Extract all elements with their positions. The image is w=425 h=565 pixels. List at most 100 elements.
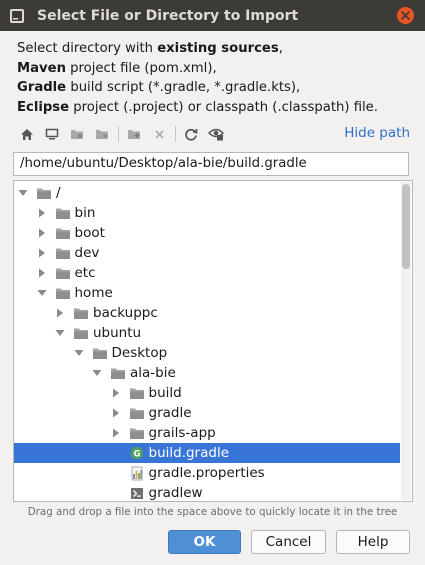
project-folder-icon[interactable] bbox=[66, 123, 88, 145]
cancel-button[interactable]: Cancel bbox=[251, 530, 326, 554]
toolbar: Hide path bbox=[16, 122, 413, 146]
ok-button[interactable]: OK bbox=[168, 530, 241, 554]
tree-item[interactable]: Gbuild.gradle bbox=[14, 443, 400, 463]
chevron-down-icon[interactable] bbox=[74, 348, 84, 358]
chevron-right-icon[interactable] bbox=[37, 268, 47, 278]
tree-item-label: boot bbox=[74, 225, 105, 241]
folder-icon bbox=[73, 306, 89, 320]
chevron-right-icon[interactable] bbox=[111, 388, 121, 398]
intellij-app-icon bbox=[9, 8, 25, 24]
tree-item-label: gradle bbox=[148, 405, 192, 421]
properties-file-icon bbox=[129, 466, 145, 480]
folder-icon bbox=[55, 206, 71, 220]
tree-item-label: grails-app bbox=[148, 425, 216, 441]
folder-icon bbox=[55, 226, 71, 240]
show-hidden-icon[interactable] bbox=[205, 123, 227, 145]
tree-item-label: ala-bie bbox=[130, 365, 176, 381]
new-folder-icon[interactable] bbox=[123, 123, 145, 145]
tree-item[interactable]: grails-app bbox=[14, 423, 400, 443]
folder-icon bbox=[55, 266, 71, 280]
description-bold: Gradle bbox=[17, 80, 67, 95]
tree-scrollbar[interactable] bbox=[401, 182, 411, 500]
tree-item[interactable]: build bbox=[14, 383, 400, 403]
folder-icon bbox=[129, 406, 145, 420]
gradle-file-icon: G bbox=[129, 446, 145, 460]
tree-item[interactable]: dev bbox=[14, 243, 400, 263]
window-title: Select File or Directory to Import bbox=[37, 7, 299, 24]
tree-item[interactable]: Desktop bbox=[14, 343, 400, 363]
description-line: Select directory with existing sources, bbox=[17, 39, 417, 59]
chevron-right-icon[interactable] bbox=[37, 248, 47, 258]
tree-item[interactable]: home bbox=[14, 283, 400, 303]
description-text: project file (pom.xml), bbox=[65, 60, 217, 76]
folder-icon bbox=[129, 426, 145, 440]
drag-drop-hint: Drag and drop a file into the space abov… bbox=[27, 506, 398, 518]
folder-icon bbox=[36, 186, 52, 200]
description-text: , bbox=[278, 41, 283, 56]
tree-item[interactable]: ala-bie bbox=[14, 363, 400, 383]
tree-item-label: backuppc bbox=[93, 305, 158, 321]
tree-item-label: etc bbox=[74, 265, 96, 281]
tree-item-label: Desktop bbox=[111, 345, 168, 361]
description-bold: Eclipse bbox=[17, 99, 70, 115]
module-folder-icon[interactable] bbox=[91, 123, 113, 145]
title-bar: Select File or Directory to Import bbox=[0, 0, 425, 31]
home-icon[interactable] bbox=[16, 123, 38, 145]
chevron-down-icon[interactable] bbox=[18, 188, 28, 198]
tree-item[interactable]: / bbox=[14, 183, 400, 203]
tree-item-label: / bbox=[56, 185, 61, 201]
help-button[interactable]: Help bbox=[336, 530, 410, 554]
toolbar-separator bbox=[118, 126, 119, 142]
tree-item[interactable]: gradle.properties bbox=[14, 463, 400, 483]
delete-icon[interactable] bbox=[148, 123, 170, 145]
tree-item-label: home bbox=[74, 285, 113, 301]
chevron-right-icon[interactable] bbox=[37, 208, 47, 218]
description-bold: existing sources bbox=[157, 41, 279, 56]
chevron-down-icon[interactable] bbox=[55, 328, 65, 338]
folder-icon bbox=[73, 326, 89, 340]
description-text: Select directory with bbox=[17, 41, 158, 56]
chevron-down-icon[interactable] bbox=[37, 288, 47, 298]
chevron-right-icon[interactable] bbox=[37, 228, 47, 238]
tree-item-label: gradlew bbox=[148, 485, 203, 501]
refresh-icon[interactable] bbox=[180, 123, 202, 145]
tree-item-label: build bbox=[148, 385, 182, 401]
tree-item[interactable]: backuppc bbox=[14, 303, 400, 323]
description-text: build script (*.gradle, *.gradle.kts), bbox=[66, 80, 301, 95]
folder-icon bbox=[110, 366, 126, 380]
tree-item-label: build.gradle bbox=[148, 445, 230, 461]
svg-text:G: G bbox=[133, 449, 140, 459]
desktop-icon[interactable] bbox=[41, 123, 63, 145]
script-file-icon bbox=[129, 486, 145, 500]
hide-path-link[interactable]: Hide path bbox=[344, 125, 410, 141]
description-text: project (.project) or classpath (.classp… bbox=[69, 99, 378, 115]
tree-item-label: ubuntu bbox=[93, 325, 142, 341]
dialog-content: Select directory with existing sources, … bbox=[0, 31, 425, 565]
tree-item[interactable]: etc bbox=[14, 263, 400, 283]
tree-item[interactable]: gradle bbox=[14, 403, 400, 423]
description-line: Eclipse project (.project) or classpath … bbox=[17, 98, 417, 118]
folder-icon bbox=[129, 386, 145, 400]
chevron-right-icon[interactable] bbox=[111, 428, 121, 438]
tree-item[interactable]: boot bbox=[14, 223, 400, 243]
tree-item-label: bin bbox=[74, 205, 96, 221]
folder-icon bbox=[92, 346, 108, 360]
chevron-right-icon[interactable] bbox=[111, 408, 121, 418]
tree-item[interactable]: bin bbox=[14, 203, 400, 223]
description: Select directory with existing sources, … bbox=[17, 39, 417, 117]
tree-item[interactable]: ubuntu bbox=[14, 323, 400, 343]
scrollbar-thumb[interactable] bbox=[402, 184, 410, 269]
description-line: Gradle build script (*.gradle, *.gradle.… bbox=[17, 78, 417, 98]
tree-item[interactable]: gradlew bbox=[14, 483, 400, 501]
tree-item-label: gradle.properties bbox=[148, 465, 265, 481]
tree-item-label: dev bbox=[74, 245, 100, 261]
description-bold: Maven bbox=[17, 60, 66, 76]
chevron-down-icon[interactable] bbox=[92, 368, 102, 378]
close-icon[interactable] bbox=[397, 7, 414, 24]
folder-icon bbox=[55, 286, 71, 300]
chevron-right-icon[interactable] bbox=[55, 308, 65, 318]
path-input[interactable]: /home/ubuntu/Desktop/ala-bie/build.gradl… bbox=[13, 152, 409, 176]
description-line: Maven project file (pom.xml), bbox=[17, 59, 417, 79]
file-tree[interactable]: / bin boot dev etc home backuppc ubuntu Desktop a… bbox=[13, 180, 413, 502]
folder-icon bbox=[55, 246, 71, 260]
